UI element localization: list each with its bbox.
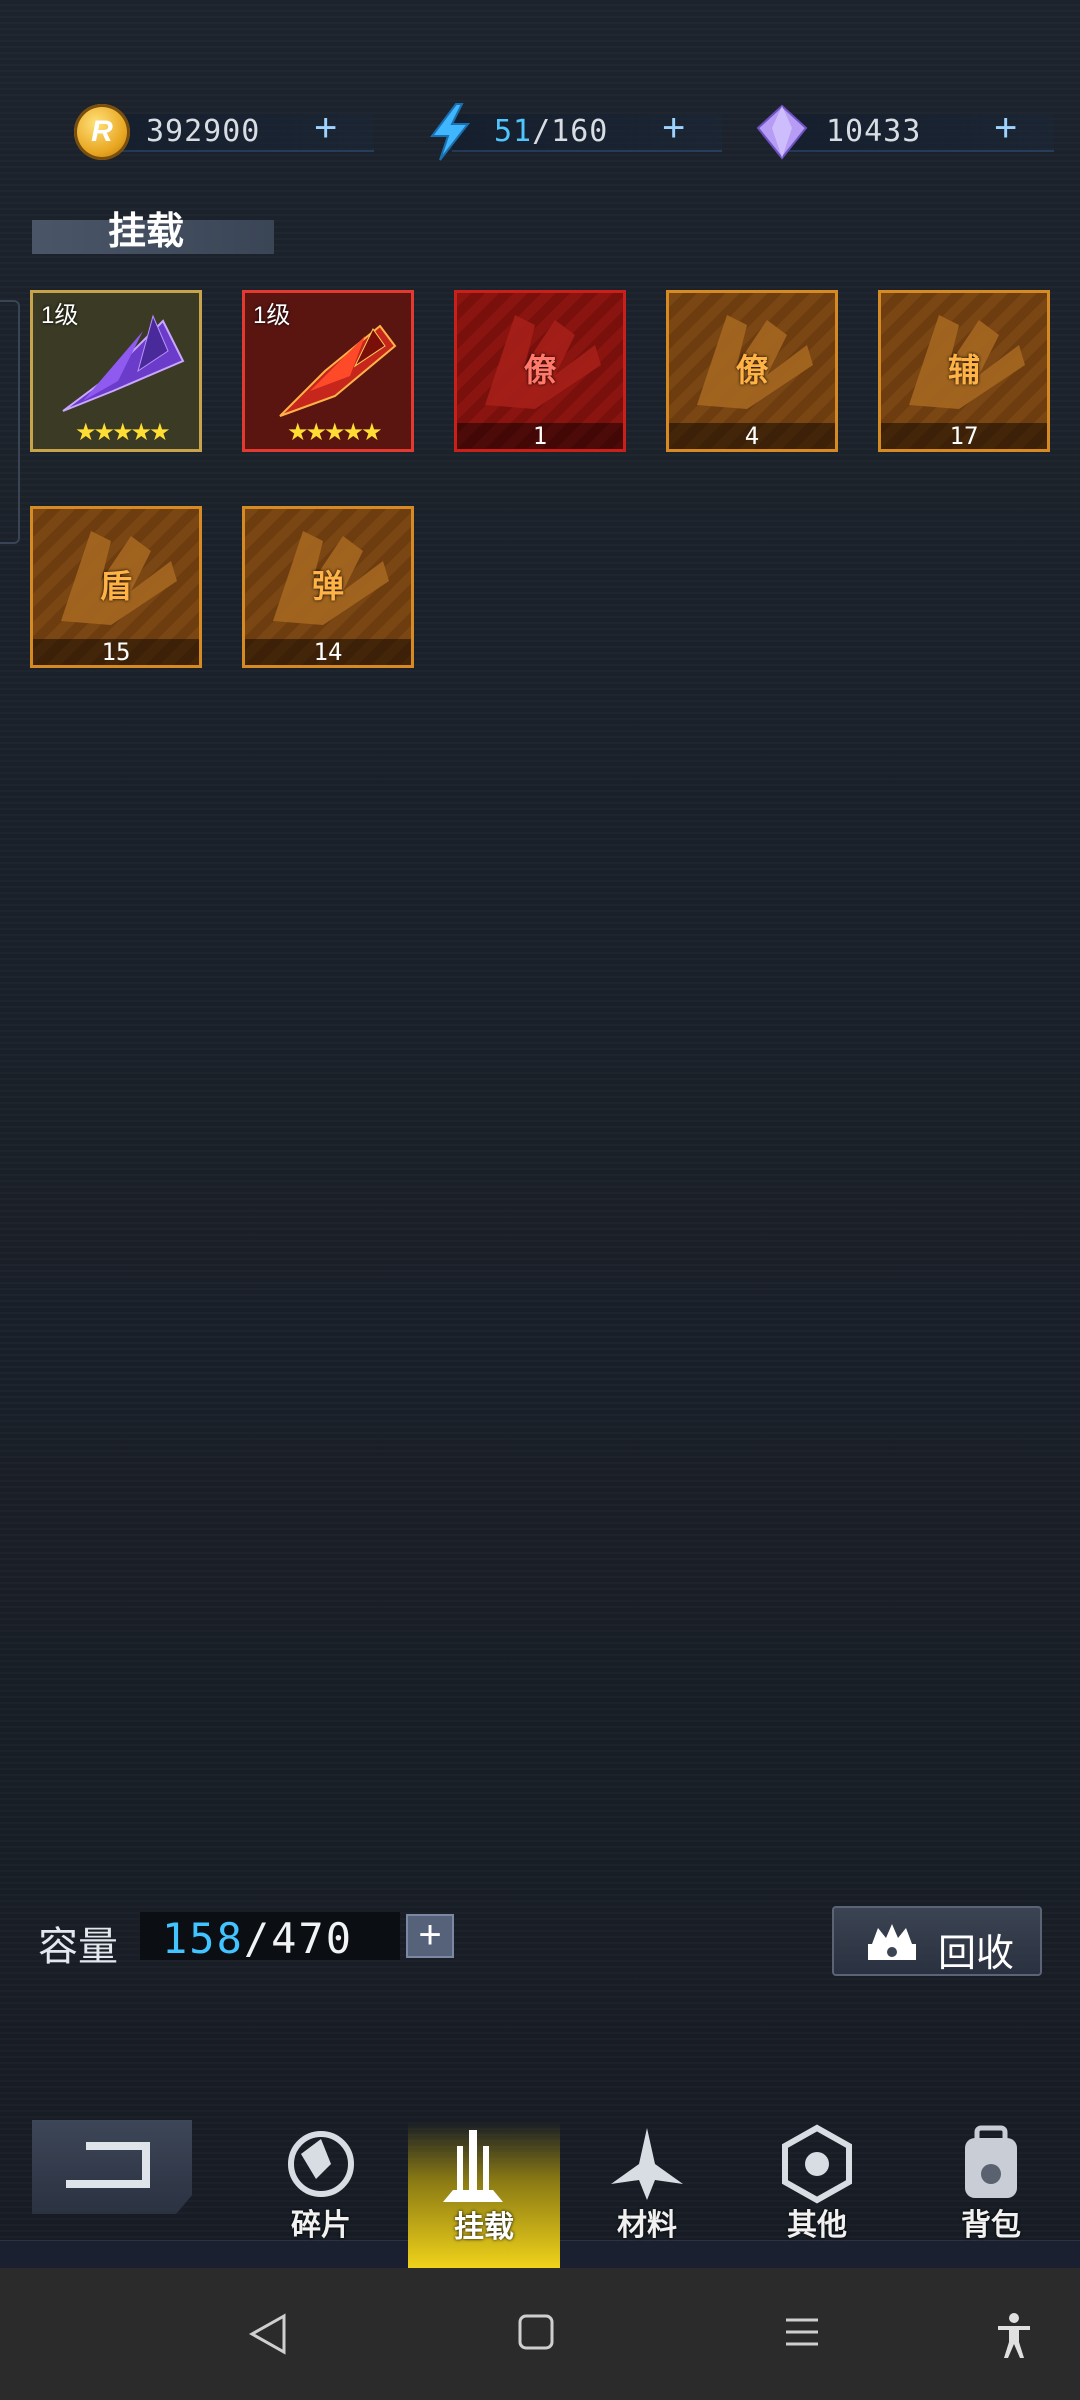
resource-bar: R 392900 + 51/160 + 10433 + (0, 100, 1080, 164)
materials-icon (611, 2128, 683, 2200)
home-square-icon[interactable] (516, 2312, 556, 2352)
section-title: 挂载 (108, 211, 185, 253)
fragment-item[interactable]: 辅 17 (878, 290, 1050, 452)
fragment-item[interactable]: 弹 14 (242, 506, 414, 668)
lightning-icon (430, 103, 471, 161)
mount-icon (443, 2130, 503, 2202)
tab-materials[interactable]: 材料 (582, 2120, 712, 2242)
tab-other[interactable]: 其他 (752, 2120, 882, 2242)
ship-item-purple[interactable]: 1级 ★★★★★ (30, 290, 202, 452)
star-rating: ★★★★★ (75, 419, 171, 446)
add-coins-button[interactable]: + (314, 106, 337, 151)
add-energy-button[interactable]: + (662, 106, 685, 151)
energy-value: 51/160 (494, 114, 609, 149)
expand-capacity-button[interactable]: + (406, 1914, 454, 1958)
tab-backpack[interactable]: 背包 (926, 2120, 1056, 2242)
section-title-bar: 挂载 (32, 211, 274, 254)
recycle-button[interactable]: 回收 (832, 1906, 1042, 1976)
recycle-bin-icon (868, 1924, 916, 1960)
crystal-icon (756, 104, 808, 160)
capacity-value: 158/470 (140, 1912, 400, 1963)
menu-lines-icon[interactable] (782, 2312, 822, 2352)
back-triangle-icon[interactable] (248, 2312, 288, 2356)
back-button[interactable] (32, 2120, 192, 2214)
fragments-icon (288, 2131, 354, 2197)
accessibility-icon[interactable] (994, 2312, 1034, 2360)
side-pull-tab[interactable] (0, 300, 20, 544)
tab-mount[interactable]: 挂载 (408, 2122, 560, 2268)
coin-value: 392900 (146, 114, 261, 149)
other-icon (782, 2124, 852, 2204)
star-rating: ★★★★★ (287, 419, 383, 446)
tab-fragments[interactable]: 碎片 (256, 2120, 386, 2242)
fragment-item[interactable]: 僚 1 (454, 290, 626, 452)
fragment-item[interactable]: 僚 4 (666, 290, 838, 452)
bottom-navigation: 碎片 挂载 材料 其他 背包 (0, 2100, 1080, 2269)
backpack-icon (965, 2125, 1017, 2198)
r-coin-icon: R (74, 104, 130, 160)
system-navigation-bar (0, 2268, 1080, 2400)
gem-value: 10433 (826, 114, 922, 149)
ship-item-red[interactable]: 1级 ★★★★★ (242, 290, 414, 452)
back-arrow-icon (66, 2142, 150, 2188)
fragment-item[interactable]: 盾 15 (30, 506, 202, 668)
capacity-label: 容量 (38, 1925, 118, 1969)
add-gems-button[interactable]: + (994, 106, 1017, 151)
